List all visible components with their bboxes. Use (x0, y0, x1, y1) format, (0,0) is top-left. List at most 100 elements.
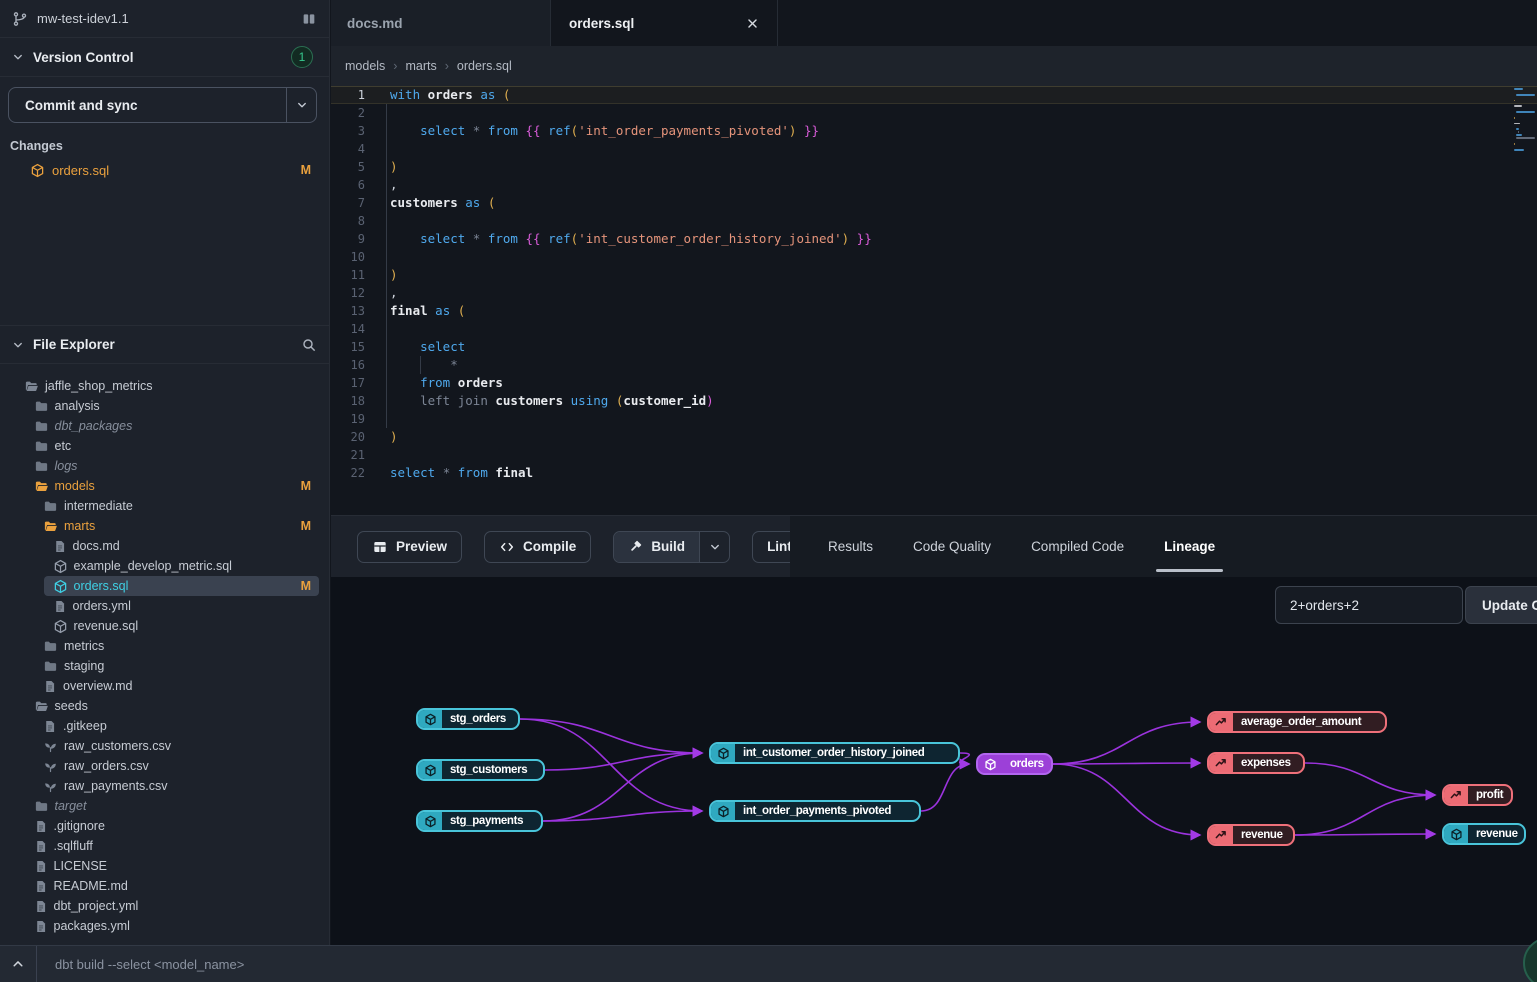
command-input[interactable]: dbt build --select <model_name> (55, 957, 244, 972)
tree-item-intermediate[interactable]: intermediate (0, 496, 329, 516)
code-line-10[interactable]: 10 (331, 248, 1537, 266)
lineage-node-average_order_amount[interactable]: average_order_amount (1207, 711, 1387, 733)
commit-options-caret[interactable] (286, 88, 316, 122)
tree-item-.gitkeep[interactable]: .gitkeep (0, 716, 329, 736)
tree-item-etc[interactable]: etc (0, 436, 329, 456)
line-content (390, 212, 1537, 230)
lineage-node-orders[interactable]: orders (976, 753, 1053, 775)
code-line-3[interactable]: 3 select * from {{ ref('int_order_paymen… (331, 122, 1537, 140)
close-tab-icon[interactable] (746, 17, 759, 30)
tree-item-orders.sql[interactable]: orders.sqlM (0, 576, 329, 596)
code-line-4[interactable]: 4 (331, 140, 1537, 158)
changed-file-row[interactable]: orders.sqlM (0, 159, 329, 181)
breadcrumb-item[interactable]: orders.sql (457, 59, 512, 73)
code-line-16[interactable]: 16 * (331, 356, 1537, 374)
file-explorer-header[interactable]: File Explorer (0, 325, 329, 364)
tab-code-quality[interactable]: Code Quality (893, 516, 1011, 577)
tree-item-example_develop_metric.sql[interactable]: example_develop_metric.sql (0, 556, 329, 576)
minimap[interactable] (1514, 88, 1536, 152)
tree-item-analysis[interactable]: analysis (0, 396, 329, 416)
breadcrumb-item[interactable]: models (345, 59, 385, 73)
lineage-node-profit[interactable]: profit (1442, 784, 1513, 806)
tree-item-packages.yml[interactable]: packages.yml (0, 916, 329, 936)
tree-item-seeds[interactable]: seeds (0, 696, 329, 716)
lineage-node-revenue_metric[interactable]: revenue (1207, 824, 1295, 846)
code-line-5[interactable]: 5) (331, 158, 1537, 176)
code-line-13[interactable]: 13final as ( (331, 302, 1537, 320)
search-icon[interactable] (301, 337, 317, 353)
line-content: from orders (390, 374, 1537, 392)
code-line-1[interactable]: 1with orders as ( (331, 86, 1537, 104)
code-line-9[interactable]: 9 select * from {{ ref('int_customer_ord… (331, 230, 1537, 248)
code-line-19[interactable]: 19 (331, 410, 1537, 428)
lineage-node-stg_payments[interactable]: stg_payments (416, 810, 543, 832)
tree-item-raw_orders.csv[interactable]: raw_orders.csv (0, 756, 329, 776)
code-line-17[interactable]: 17 from orders (331, 374, 1537, 392)
tab-lineage[interactable]: Lineage (1144, 516, 1235, 577)
code-line-22[interactable]: 22select * from final (331, 464, 1537, 482)
tree-item-overview.md[interactable]: overview.md (0, 676, 329, 696)
code-line-20[interactable]: 20) (331, 428, 1537, 446)
code-line-18[interactable]: 18 left join customers using (customer_i… (331, 392, 1537, 410)
tree-item-raw_payments.csv[interactable]: raw_payments.csv (0, 776, 329, 796)
code-line-21[interactable]: 21 (331, 446, 1537, 464)
code-line-11[interactable]: 11) (331, 266, 1537, 284)
tree-item-dbt_project.yml[interactable]: dbt_project.yml (0, 896, 329, 916)
tree-item-revenue.sql[interactable]: revenue.sql (0, 616, 329, 636)
lineage-node-stg_customers[interactable]: stg_customers (416, 759, 545, 781)
code-line-12[interactable]: 12, (331, 284, 1537, 302)
code-line-6[interactable]: 6, (331, 176, 1537, 194)
tree-item-label: .sqlfluff (54, 839, 93, 853)
tree-item-target[interactable]: target (0, 796, 329, 816)
collapse-panel-button[interactable] (0, 946, 37, 982)
lineage-selector-input[interactable]: 2+orders+2 (1275, 586, 1463, 624)
update-graph-button[interactable]: Update G (1465, 586, 1537, 624)
lineage-node-int_customer_order_history_joined[interactable]: int_customer_order_history_joined (709, 742, 960, 764)
preview-button[interactable]: Preview (357, 531, 462, 563)
button-main-segment[interactable]: Preview (358, 532, 461, 562)
tree-item-README.md[interactable]: README.md (0, 876, 329, 896)
tab-compiled-code[interactable]: Compiled Code (1011, 516, 1144, 577)
tree-item-LICENSE[interactable]: LICENSE (0, 856, 329, 876)
code-line-7[interactable]: 7customers as ( (331, 194, 1537, 212)
tree-item-logs[interactable]: logs (0, 456, 329, 476)
tree-item-marts[interactable]: martsM (0, 516, 329, 536)
tree-item-raw_customers.csv[interactable]: raw_customers.csv (0, 736, 329, 756)
tree-item-metrics[interactable]: metrics (0, 636, 329, 656)
code-line-14[interactable]: 14 (331, 320, 1537, 338)
button-label: Lint (767, 539, 792, 554)
tree-item-.gitignore[interactable]: .gitignore (0, 816, 329, 836)
changed-file-name: orders.sql (52, 163, 301, 178)
compile-button[interactable]: Compile (484, 531, 591, 563)
code-line-2[interactable]: 2 (331, 104, 1537, 122)
tree-item-staging[interactable]: staging (0, 656, 329, 676)
button-main-segment[interactable]: Build (614, 532, 699, 562)
lineage-node-int_order_payments_pivoted[interactable]: int_order_payments_pivoted (709, 800, 921, 822)
lineage-node-revenue_model[interactable]: revenue (1442, 823, 1526, 845)
version-control-header[interactable]: Version Control 1 (0, 38, 329, 77)
tree-item-models[interactable]: modelsM (0, 476, 329, 496)
tree-item-docs.md[interactable]: docs.md (0, 536, 329, 556)
breadcrumb-item[interactable]: marts (405, 59, 436, 73)
chevron-up-icon (11, 957, 25, 971)
code-line-8[interactable]: 8 (331, 212, 1537, 230)
button-options-caret[interactable] (699, 532, 729, 562)
lineage-node-stg_orders[interactable]: stg_orders (416, 708, 520, 730)
code-line-15[interactable]: 15 select (331, 338, 1537, 356)
commit-and-sync-button[interactable]: Commit and sync (8, 87, 317, 123)
build-button[interactable]: Build (613, 531, 730, 563)
button-main-segment[interactable]: Compile (485, 532, 590, 562)
tree-item-dbt_packages[interactable]: dbt_packages (0, 416, 329, 436)
panels-icon[interactable] (301, 11, 317, 27)
code-editor[interactable]: 1with orders as (23 select * from {{ ref… (331, 86, 1537, 515)
tree-item-.sqlfluff[interactable]: .sqlfluff (0, 836, 329, 856)
line-content (390, 104, 1537, 122)
tree-item-orders.yml[interactable]: orders.yml (0, 596, 329, 616)
tree-item-jaffle_shop_metrics[interactable]: jaffle_shop_metrics (0, 376, 329, 396)
tab-results[interactable]: Results (808, 516, 893, 577)
model-cube-icon (978, 755, 1002, 773)
lineage-node-expenses[interactable]: expenses (1207, 752, 1305, 774)
line-number: 3 (331, 122, 365, 140)
editor-tab-docs.md[interactable]: docs.md (331, 0, 551, 46)
editor-tab-orders.sql[interactable]: orders.sql (551, 0, 778, 46)
